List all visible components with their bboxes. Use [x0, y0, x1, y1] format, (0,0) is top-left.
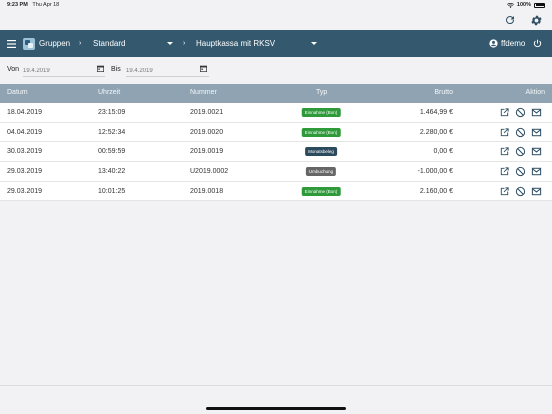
col-action: Aktion	[525, 89, 545, 96]
status-time-date: 9:23 PM Thu Apr 18	[7, 2, 59, 8]
status-time: 9:23 PM	[7, 2, 28, 8]
status-date: Thu Apr 18	[32, 2, 60, 8]
row-time: 10:01:25	[98, 187, 126, 195]
row-gross: 0,00 €	[433, 148, 453, 156]
status-indicators: 100%	[506, 2, 545, 8]
to-label: Bis	[111, 66, 121, 73]
mail-envelope-icon[interactable]	[531, 166, 542, 177]
type-badge: Einnahme (Bon)	[301, 127, 341, 137]
edit-open-icon[interactable]	[499, 186, 510, 197]
row-date: 30.03.2019	[7, 148, 43, 156]
edit-open-icon[interactable]	[499, 127, 510, 138]
col-type[interactable]: Typ	[316, 89, 327, 96]
chevron-right-icon-2: ›	[183, 40, 186, 47]
row-number: 2019.0019	[190, 148, 224, 156]
filter-dropdown[interactable]: Standard	[93, 30, 125, 57]
register-dropdown[interactable]: Hauptkassa mit RKSV	[196, 30, 275, 57]
from-calendar-icon[interactable]	[97, 65, 104, 72]
row-number: 2019.0020	[190, 128, 224, 136]
refresh-icon[interactable]	[502, 12, 518, 28]
row-date: 29.03.2019	[7, 168, 43, 176]
col-gross[interactable]: Brutto	[434, 89, 453, 96]
chevron-right-icon: ›	[79, 40, 82, 47]
empty-content-area	[0, 202, 552, 385]
groups-label: Gruppen	[39, 39, 71, 48]
wifi-icon	[506, 2, 514, 8]
row-time: 12:52:34	[98, 128, 126, 136]
register-label: Hauptkassa mit RKSV	[196, 39, 276, 48]
cancel-void-icon[interactable]	[515, 146, 526, 157]
edit-open-icon[interactable]	[499, 107, 510, 118]
status-bar: 9:23 PM Thu Apr 18 100%	[0, 0, 552, 11]
table-header: Datum Uhrzeit Nummer Typ Brutto Aktion	[0, 84, 552, 103]
edit-open-icon[interactable]	[499, 146, 510, 157]
cancel-void-icon[interactable]	[515, 107, 526, 118]
row-gross: 2.160,00 €	[419, 187, 453, 195]
date-filter-bar: Von Bis	[0, 57, 552, 84]
type-badge: Einnahme (Bon)	[301, 108, 341, 117]
power-logout-icon[interactable]	[533, 30, 542, 57]
receipt-table-body: 18.04.2019 23:15:09 2019.0021 Einnahme (Bon…	[0, 103, 552, 202]
main-navbar: Gruppen › Standard › Hauptkassa mit RKSV…	[0, 30, 552, 57]
groups-logo-icon	[23, 37, 35, 50]
mail-envelope-icon[interactable]	[531, 107, 542, 118]
home-indicator[interactable]	[206, 407, 346, 410]
filter-label: Standard	[93, 39, 126, 48]
row-gross: 1.464,99 €	[419, 109, 453, 116]
mail-envelope-icon[interactable]	[531, 127, 542, 138]
row-gross: -1.000,00 €	[417, 168, 453, 176]
cancel-void-icon[interactable]	[515, 186, 526, 197]
mail-envelope-icon[interactable]	[531, 146, 542, 157]
battery-icon	[534, 2, 545, 8]
register-caret-icon[interactable]	[311, 30, 317, 57]
cancel-void-icon[interactable]	[515, 127, 526, 138]
top-toolbar	[0, 11, 552, 30]
edit-open-icon[interactable]	[499, 166, 510, 177]
groups-nav[interactable]: Gruppen	[23, 30, 70, 57]
col-number[interactable]: Nummer	[190, 89, 217, 96]
cancel-void-icon[interactable]	[515, 166, 526, 177]
battery-percent: 100%	[516, 2, 531, 8]
user-account[interactable]: ffdemo	[489, 30, 525, 57]
row-number: 2019.0018	[190, 187, 224, 195]
col-time[interactable]: Uhrzeit	[98, 89, 120, 96]
type-badge: Monatsbeleg	[305, 147, 337, 157]
table-row[interactable]: 04.04.2019 12:52:34 2019.0020 Einnahme (Bon…	[0, 123, 552, 143]
to-calendar-icon[interactable]	[200, 65, 207, 72]
hamburger-menu-icon[interactable]	[7, 30, 16, 57]
row-date: 04.04.2019	[7, 128, 43, 136]
row-date: 18.04.2019	[7, 109, 43, 116]
table-row[interactable]: 18.04.2019 23:15:09 2019.0021 Einnahme (Bon…	[0, 103, 552, 123]
mail-envelope-icon[interactable]	[531, 186, 542, 197]
to-date-input[interactable]	[126, 63, 209, 77]
table-row[interactable]: 29.03.2019 13:40:22 U2019.0002 Umbuchung -1.…	[0, 162, 552, 182]
type-badge: Umbuchung	[305, 167, 337, 177]
table-row[interactable]: 29.03.2019 10:01:25 2019.0018 Einnahme (Bon…	[0, 182, 552, 202]
col-date[interactable]: Datum	[7, 89, 28, 96]
user-icon	[489, 39, 498, 48]
row-gross: 2.280,00 €	[419, 128, 453, 136]
row-time: 13:40:22	[98, 168, 126, 176]
username: ffdemo	[501, 39, 526, 48]
table-row[interactable]: 30.03.2019 00:59:59 2019.0019 Monatsbeleg 0,…	[0, 142, 552, 163]
row-number: 2019.0021	[190, 109, 224, 116]
row-number: U2019.0002	[190, 168, 229, 176]
row-time: 23:15:09	[98, 109, 126, 116]
filter-caret-icon[interactable]	[167, 30, 173, 57]
from-date-input[interactable]	[23, 63, 105, 77]
type-badge: Einnahme (Bon)	[301, 186, 341, 196]
from-label: Von	[7, 66, 20, 73]
settings-gear-icon[interactable]	[528, 12, 544, 28]
row-date: 29.03.2019	[7, 187, 43, 195]
row-time: 00:59:59	[98, 148, 126, 156]
